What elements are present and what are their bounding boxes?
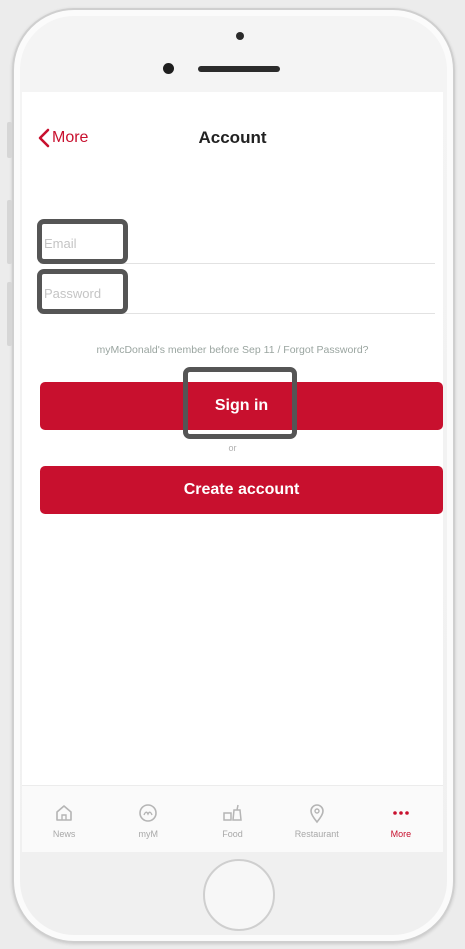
tab-restaurant[interactable]: Restaurant xyxy=(275,786,359,852)
sensor-dot xyxy=(236,32,244,40)
mym-icon xyxy=(139,803,158,822)
home-icon xyxy=(56,804,72,821)
front-camera xyxy=(163,63,174,74)
password-field[interactable] xyxy=(40,274,435,314)
navigation-bar: More Account xyxy=(22,92,443,182)
earpiece-speaker xyxy=(198,66,280,72)
tab-food-label: Food xyxy=(222,828,243,839)
location-pin-icon xyxy=(309,803,324,823)
tab-food[interactable]: Food xyxy=(190,786,274,852)
volume-down-button xyxy=(7,282,12,346)
tab-restaurant-label: Restaurant xyxy=(294,828,339,839)
create-account-button[interactable]: Create account xyxy=(40,466,443,514)
tab-bar: News myM Food Restaurant More xyxy=(22,785,443,852)
tab-more-label: More xyxy=(390,828,412,839)
mute-switch xyxy=(7,122,12,158)
device-frame: More Account myMcDonald's member before … xyxy=(0,0,465,949)
page-title: Account xyxy=(198,128,267,147)
volume-up-button xyxy=(7,200,12,264)
tab-mym[interactable]: myM xyxy=(106,786,190,852)
more-dots-icon xyxy=(393,810,409,815)
home-button[interactable] xyxy=(203,859,275,931)
app-screen: More Account myMcDonald's member before … xyxy=(22,92,443,852)
sign-in-button[interactable]: Sign in xyxy=(40,382,443,430)
or-divider-text: or xyxy=(228,443,237,453)
food-icon xyxy=(222,804,242,821)
tab-news-label: News xyxy=(52,828,76,839)
tab-more[interactable]: More xyxy=(359,786,443,852)
email-field[interactable] xyxy=(40,224,435,264)
tab-mym-label: myM xyxy=(138,828,159,839)
forgot-password-link[interactable]: myMcDonald's member before Sep 11 / Forg… xyxy=(22,344,443,356)
tab-news[interactable]: News xyxy=(22,786,106,852)
